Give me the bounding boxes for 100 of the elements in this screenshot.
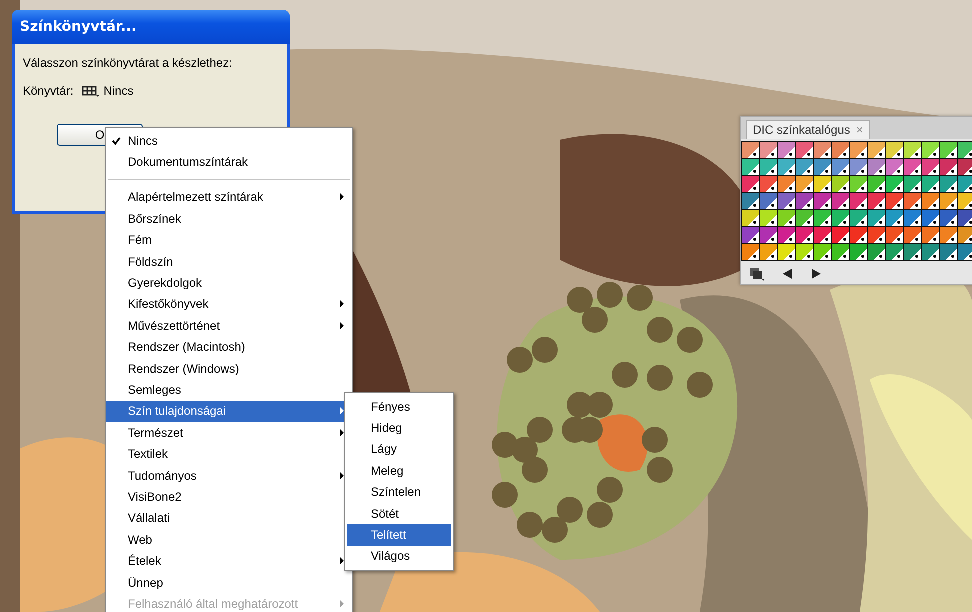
color-swatch[interactable] [904, 227, 921, 243]
color-swatch[interactable] [940, 210, 957, 226]
color-swatch[interactable] [778, 210, 795, 226]
color-swatch[interactable] [922, 159, 939, 175]
panel-tab[interactable]: DIC színkatalógus × [746, 120, 870, 139]
color-swatch[interactable] [868, 142, 885, 158]
color-swatch[interactable] [940, 159, 957, 175]
color-swatch[interactable] [958, 142, 972, 158]
color-swatch[interactable] [760, 142, 777, 158]
color-swatch[interactable] [958, 159, 972, 175]
color-swatch[interactable] [742, 176, 759, 192]
color-swatch[interactable] [922, 210, 939, 226]
menu-item[interactable]: Színtelen [347, 482, 451, 503]
color-swatch[interactable] [814, 159, 831, 175]
color-swatch[interactable] [760, 227, 777, 243]
color-swatch[interactable] [922, 176, 939, 192]
color-swatch[interactable] [850, 176, 867, 192]
color-swatch[interactable] [742, 244, 759, 260]
color-swatch[interactable] [940, 227, 957, 243]
color-swatch[interactable] [778, 227, 795, 243]
color-swatch[interactable] [904, 210, 921, 226]
library-dropdown[interactable]: Nincs [82, 84, 134, 98]
menu-item[interactable]: Ünnep [106, 572, 352, 594]
color-swatch[interactable] [886, 142, 903, 158]
menu-item[interactable]: Gyerekdolgok [106, 272, 352, 294]
color-swatch[interactable] [832, 210, 849, 226]
menu-item[interactable]: Alapértelmezett színtárak [106, 186, 352, 208]
color-swatch[interactable] [814, 210, 831, 226]
color-swatch[interactable] [760, 193, 777, 209]
color-swatch[interactable] [778, 176, 795, 192]
color-swatch[interactable] [850, 244, 867, 260]
color-swatch[interactable] [958, 244, 972, 260]
color-swatch[interactable] [886, 159, 903, 175]
color-swatch[interactable] [796, 159, 813, 175]
color-swatch[interactable] [886, 227, 903, 243]
color-swatch[interactable] [922, 244, 939, 260]
color-swatch[interactable] [922, 227, 939, 243]
color-swatch[interactable] [958, 210, 972, 226]
color-swatch[interactable] [742, 159, 759, 175]
color-swatch[interactable] [904, 159, 921, 175]
color-swatch[interactable] [850, 193, 867, 209]
color-swatch[interactable] [796, 210, 813, 226]
color-swatch[interactable] [886, 176, 903, 192]
color-swatch[interactable] [886, 193, 903, 209]
color-swatch[interactable] [868, 244, 885, 260]
previous-arrow-icon[interactable] [783, 269, 793, 279]
color-swatch[interactable] [868, 227, 885, 243]
color-swatch[interactable] [814, 142, 831, 158]
color-swatch[interactable] [814, 176, 831, 192]
menu-item[interactable]: Világos [347, 546, 451, 568]
menu-item[interactable]: Dokumentumszíntárak [106, 151, 352, 173]
color-swatch[interactable] [814, 193, 831, 209]
color-swatch[interactable] [814, 227, 831, 243]
color-swatch[interactable] [958, 227, 972, 243]
color-swatch[interactable] [778, 193, 795, 209]
color-swatch[interactable] [940, 244, 957, 260]
menu-item[interactable]: Földszín [106, 250, 352, 272]
color-swatch[interactable] [796, 176, 813, 192]
color-swatch[interactable] [832, 159, 849, 175]
color-swatch[interactable] [886, 244, 903, 260]
next-arrow-icon[interactable] [811, 269, 821, 279]
color-swatch[interactable] [760, 176, 777, 192]
color-swatch[interactable] [832, 142, 849, 158]
color-swatch[interactable] [778, 142, 795, 158]
color-swatch[interactable] [760, 210, 777, 226]
color-swatch[interactable] [814, 244, 831, 260]
color-swatch[interactable] [850, 227, 867, 243]
color-swatch[interactable] [940, 193, 957, 209]
color-swatch[interactable] [778, 244, 795, 260]
color-swatch[interactable] [868, 210, 885, 226]
color-swatch[interactable] [796, 227, 813, 243]
menu-item[interactable]: Rendszer (Windows) [106, 358, 352, 380]
color-swatch[interactable] [742, 210, 759, 226]
library-menu-icon[interactable] [749, 267, 765, 281]
color-swatch[interactable] [940, 142, 957, 158]
color-swatch[interactable] [904, 244, 921, 260]
color-swatch[interactable] [850, 142, 867, 158]
color-swatch[interactable] [850, 210, 867, 226]
color-swatch[interactable] [832, 227, 849, 243]
color-swatch[interactable] [796, 193, 813, 209]
color-swatch[interactable] [796, 244, 813, 260]
menu-item[interactable]: Bőrszínek [106, 208, 352, 230]
color-swatch[interactable] [904, 176, 921, 192]
menu-item[interactable]: Sötét [347, 502, 451, 524]
menu-item[interactable]: Kifestőkönyvek [106, 294, 352, 316]
color-swatch[interactable] [742, 227, 759, 243]
color-swatch[interactable] [904, 142, 921, 158]
menu-item[interactable]: Lágy [347, 438, 451, 460]
menu-item[interactable]: Meleg [347, 460, 451, 482]
color-swatch[interactable] [886, 210, 903, 226]
color-swatch[interactable] [922, 142, 939, 158]
color-swatch[interactable] [868, 193, 885, 209]
color-swatch[interactable] [958, 176, 972, 192]
color-swatch[interactable] [868, 176, 885, 192]
color-swatch[interactable] [922, 193, 939, 209]
color-swatch[interactable] [742, 142, 759, 158]
color-swatch[interactable] [850, 159, 867, 175]
color-swatch[interactable] [778, 159, 795, 175]
color-swatch[interactable] [868, 159, 885, 175]
color-swatch[interactable] [760, 159, 777, 175]
